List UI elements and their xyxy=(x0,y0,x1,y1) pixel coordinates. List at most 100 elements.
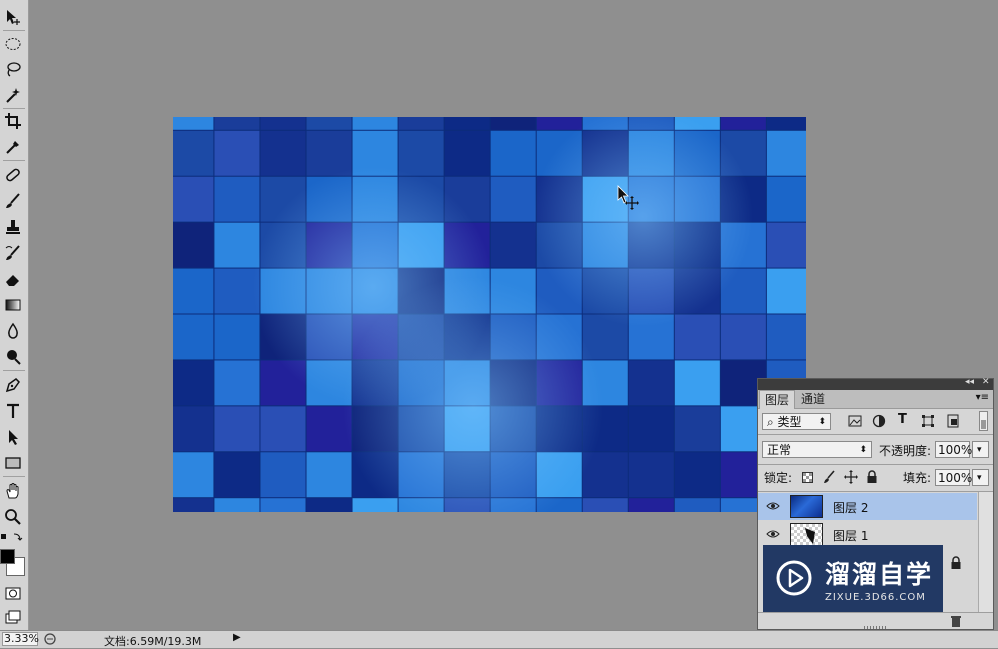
status-info-icon[interactable] xyxy=(43,632,57,646)
swap-colors-icon[interactable] xyxy=(0,531,26,541)
move-cursor-icon xyxy=(617,185,639,210)
close-panel-icon[interactable]: ✕ xyxy=(982,377,990,387)
pen-icon xyxy=(5,378,20,393)
layer-row-1[interactable]: 图层 1 xyxy=(758,521,977,548)
dodge-icon xyxy=(7,350,21,365)
fill-dropdown[interactable]: ▾ xyxy=(972,469,989,486)
brush-tool[interactable] xyxy=(2,190,24,212)
screen-mode-button[interactable] xyxy=(2,606,24,628)
opacity-dropdown[interactable]: ▾ xyxy=(972,441,989,458)
panel-resize-grip[interactable] xyxy=(864,626,886,629)
fill-field[interactable]: 100% xyxy=(935,469,972,486)
opacity-field[interactable]: 100% xyxy=(935,441,972,458)
layer-1-name[interactable]: 图层 1 xyxy=(833,527,868,544)
eraser-icon xyxy=(6,275,19,286)
clone-stamp-tool[interactable] xyxy=(2,216,24,238)
lasso-icon xyxy=(7,62,21,77)
eyedropper-tool[interactable] xyxy=(2,136,24,158)
layer-row-2[interactable]: 图层 2 xyxy=(758,493,977,520)
visibility-eye-icon[interactable] xyxy=(766,501,780,511)
lock-transparent-icon[interactable] xyxy=(802,472,813,486)
hand-tool[interactable] xyxy=(2,480,24,502)
panel-menu-icon[interactable]: ▾≡ xyxy=(976,392,989,403)
filter-kind-value: 类型 xyxy=(777,415,802,429)
watermark-subtitle: ZIXUE.3D66.COM xyxy=(825,592,926,603)
filter-toggle[interactable] xyxy=(979,411,988,431)
fill-label: 填充: xyxy=(903,471,932,485)
brush-icon xyxy=(6,193,20,208)
delete-layer-icon[interactable] xyxy=(950,615,962,630)
filter-type-icon[interactable]: T xyxy=(898,412,907,427)
tab-layers[interactable]: 图层 xyxy=(759,390,796,409)
play-logo-icon xyxy=(776,560,812,596)
stamp-icon xyxy=(6,220,20,234)
mosaic-image xyxy=(173,117,806,512)
marquee-tool[interactable] xyxy=(2,33,24,55)
blur-tool[interactable] xyxy=(2,320,24,342)
bandage-icon xyxy=(6,168,20,182)
type-tool[interactable] xyxy=(2,400,24,422)
drop-icon xyxy=(8,322,18,339)
crop-icon xyxy=(5,113,21,129)
dodge-tool[interactable] xyxy=(2,346,24,368)
lock-label: 锁定: xyxy=(764,471,793,485)
stepper-icon: ⬍ xyxy=(859,445,867,455)
panel-header-strip: ◂◂ ✕ xyxy=(758,377,993,390)
zoom-icon xyxy=(5,509,21,525)
status-menu-arrow-icon[interactable]: ▶ xyxy=(233,632,241,643)
blend-mode-value: 正常 xyxy=(767,443,792,457)
visibility-eye-icon[interactable] xyxy=(766,529,780,539)
background-lock-icon xyxy=(950,556,962,573)
quick-mask-icon xyxy=(5,587,21,600)
status-bar: 3.33% 文档:6.59M/19.3M ▶ xyxy=(0,630,998,648)
magic-wand-icon xyxy=(6,88,20,103)
lasso-tool[interactable] xyxy=(2,58,24,80)
hand-icon xyxy=(6,483,19,499)
filter-adjustment-icon[interactable] xyxy=(872,414,886,431)
zoom-field[interactable]: 3.33% xyxy=(2,632,39,646)
lock-pixels-icon[interactable] xyxy=(822,470,836,487)
filter-shape-icon[interactable] xyxy=(921,414,935,431)
layers-scrollbar[interactable] xyxy=(978,492,993,612)
opacity-label: 不透明度: xyxy=(879,444,932,458)
filter-smart-object-icon[interactable] xyxy=(946,414,960,431)
watermark-title: 溜溜自学 xyxy=(825,560,934,589)
blend-mode-select[interactable]: 正常 ⬍ xyxy=(762,441,872,458)
crop-tool[interactable] xyxy=(2,110,24,132)
magic-wand-tool[interactable] xyxy=(2,84,24,106)
panel-tab-bar: 图层 通道 ▾≡ xyxy=(758,390,993,409)
filter-kind-select[interactable]: ⌕ 类型 ⬍ xyxy=(762,413,831,430)
shape-tool[interactable] xyxy=(2,452,24,474)
gradient-icon xyxy=(5,299,21,311)
ellipse-marquee-icon xyxy=(5,38,21,50)
quick-mask-button[interactable] xyxy=(2,582,24,604)
type-icon xyxy=(7,403,19,418)
healing-brush-tool[interactable] xyxy=(2,164,24,186)
foreground-color-swatch[interactable] xyxy=(0,549,15,564)
filter-pixel-icon[interactable] xyxy=(848,414,862,431)
collapse-icon[interactable]: ◂◂ xyxy=(965,377,974,387)
rectangle-icon xyxy=(5,457,21,469)
stepper-icon: ⬍ xyxy=(818,417,826,427)
zoom-tool[interactable] xyxy=(2,506,24,528)
pen-tool[interactable] xyxy=(2,374,24,396)
tools-panel xyxy=(0,0,29,630)
arrow-icon xyxy=(9,430,18,445)
layer-2-thumbnail xyxy=(790,495,823,518)
tab-channels[interactable]: 通道 xyxy=(796,390,830,408)
eraser-tool[interactable] xyxy=(2,268,24,290)
lock-position-icon[interactable] xyxy=(844,470,858,487)
screen-mode-icon xyxy=(5,610,21,624)
move-tool[interactable] xyxy=(2,6,24,28)
gradient-tool[interactable] xyxy=(2,294,24,316)
path-selection-tool[interactable] xyxy=(2,426,24,448)
layer-1-thumbnail xyxy=(790,523,823,546)
move-icon xyxy=(7,10,20,25)
search-icon: ⌕ xyxy=(767,415,778,429)
history-brush-icon xyxy=(5,245,20,260)
layer-2-name[interactable]: 图层 2 xyxy=(833,499,868,516)
eyedropper-icon xyxy=(6,141,19,154)
document-canvas[interactable] xyxy=(173,117,806,512)
history-brush-tool[interactable] xyxy=(2,242,24,264)
lock-all-icon[interactable] xyxy=(866,470,878,487)
